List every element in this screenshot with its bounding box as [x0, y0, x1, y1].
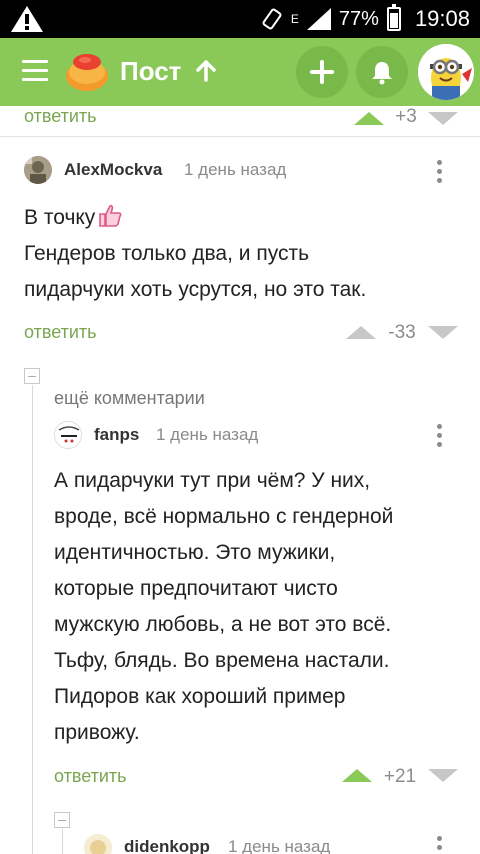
collapse-thread-button[interactable]: [54, 812, 70, 828]
thread-line: [32, 385, 33, 854]
battery-icon: [386, 4, 401, 31]
avatar[interactable]: [84, 834, 112, 854]
comment-line: идентичностью. Это мужики,: [54, 541, 336, 564]
comment-line: В точку: [24, 206, 96, 229]
upvote-icon[interactable]: [346, 326, 376, 339]
hamburger-icon[interactable]: [22, 60, 48, 82]
downvote-icon[interactable]: [428, 326, 458, 339]
reply-link[interactable]: ответить: [24, 106, 97, 127]
arrow-up-icon[interactable]: [194, 58, 218, 84]
comment-line: Тьфу, блядь. Во времена настали.: [54, 649, 390, 672]
user-photo-icon: [84, 834, 112, 854]
user-photo-icon: [24, 156, 52, 184]
comment-author[interactable]: AlexMockva: [64, 160, 162, 180]
comment-author[interactable]: fanps: [94, 425, 139, 445]
score-value: +21: [383, 766, 417, 787]
comment-line: Гендеров только два, и пусть: [24, 242, 310, 265]
divider: [0, 136, 480, 137]
comment-text: А пидарчуки тут при чём? У них, вроде, в…: [54, 463, 393, 751]
comment-time: 1 день назад: [184, 160, 287, 179]
thread-line: [62, 829, 63, 854]
network-type-label: E: [290, 12, 299, 26]
reply-link[interactable]: ответить: [24, 322, 97, 343]
battery-percent: 77%: [338, 7, 379, 30]
page-title[interactable]: Пост: [120, 56, 181, 87]
collapse-thread-button[interactable]: [24, 368, 40, 384]
comment-line: Пидоров как хороший пример: [54, 685, 346, 708]
more-options-icon[interactable]: [437, 424, 443, 451]
clock-time: 19:08: [414, 6, 470, 31]
downvote-icon[interactable]: [428, 112, 458, 125]
user-avatar[interactable]: [418, 44, 474, 100]
comment-line: пидарчуки хоть усрутся, но это так.: [24, 278, 367, 301]
notifications-button[interactable]: [356, 46, 408, 98]
warning-icon: [11, 6, 43, 32]
signal-icon: [306, 8, 331, 30]
more-comments-link[interactable]: ещё комментарии: [54, 388, 205, 409]
comment-time: 1 день назад: [228, 837, 331, 854]
more-options-icon[interactable]: [437, 836, 443, 854]
reply-link[interactable]: ответить: [54, 766, 127, 787]
comment-text: В точку Гендеров только два, и пусть пид…: [24, 200, 366, 308]
vibrate-icon: [262, 8, 282, 30]
more-options-icon[interactable]: [437, 160, 443, 187]
comment-line: мужскую любовь, а не вот это всё.: [54, 613, 392, 636]
comment-line: которые предпочитают чисто: [54, 577, 338, 600]
downvote-icon[interactable]: [428, 769, 458, 782]
plus-icon: [310, 60, 334, 84]
score-value: +3: [395, 106, 417, 127]
bell-icon: [372, 62, 392, 85]
pikabu-logo-icon[interactable]: [64, 50, 110, 92]
user-photo-icon: [55, 422, 81, 448]
comment-author[interactable]: didenkopp: [124, 837, 210, 854]
add-post-button[interactable]: [296, 46, 348, 98]
comment-time: 1 день назад: [156, 425, 259, 444]
app-bar: Пост: [0, 38, 480, 106]
upvote-icon[interactable]: [354, 112, 384, 125]
comment-line: А пидарчуки тут при чём? У них,: [54, 469, 371, 492]
avatar[interactable]: [54, 421, 82, 449]
minion-avatar-icon: [418, 44, 474, 100]
avatar[interactable]: [24, 156, 52, 184]
score-value: -33: [388, 322, 416, 343]
thumbs-up-icon: [99, 204, 122, 227]
upvote-icon[interactable]: [342, 769, 372, 782]
status-bar: E 77% 19:08: [0, 0, 480, 38]
comment-line: привожу.: [54, 721, 140, 744]
comment-line: вроде, всё нормально с гендерной: [54, 505, 394, 528]
